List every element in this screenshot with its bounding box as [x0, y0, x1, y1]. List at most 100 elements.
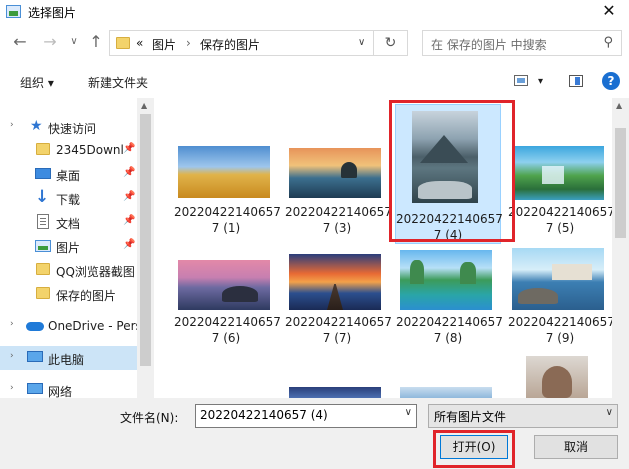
thumbnail	[400, 250, 492, 310]
pin-icon: 📌	[123, 239, 136, 250]
thumbnail	[289, 254, 381, 310]
file-item[interactable]: 20220422140657 7 (6)	[174, 248, 281, 380]
search-placeholder: 在 保存的图片 中搜索	[431, 38, 547, 52]
network-icon	[27, 383, 43, 394]
filename-label: 文件名(N):	[120, 411, 179, 425]
expand-icon[interactable]: ›	[10, 383, 14, 393]
breadcrumb-saved-pictures[interactable]: 保存的图片	[200, 36, 260, 53]
sidebar-scroll-thumb[interactable]	[140, 114, 151, 366]
file-name-line1: 20220422140657	[174, 315, 281, 329]
chevron-down-icon[interactable]: ∨	[405, 407, 412, 418]
sidebar-item-label: 下载	[56, 193, 81, 207]
cancel-button[interactable]: 取消	[534, 435, 618, 459]
annotation-highlight-selected-file	[389, 100, 515, 242]
expand-icon[interactable]: ›	[10, 351, 14, 361]
sidebar-item-network[interactable]: › 网络	[0, 378, 137, 398]
sidebar-item-label: 文档	[56, 217, 81, 231]
help-button[interactable]: ?	[602, 72, 620, 90]
file-name-line2: 7 (6)	[211, 331, 241, 345]
organize-menu[interactable]: 组织 ▾	[20, 74, 54, 91]
breadcrumb-separator: ›	[186, 36, 191, 50]
filename-value: 20220422140657 (4)	[200, 408, 328, 422]
file-name-line1: 20220422140657	[285, 315, 392, 329]
folder-icon	[36, 263, 50, 275]
file-name-line1: 20220422140657	[285, 205, 392, 219]
thumbnail	[512, 146, 604, 200]
file-name-line1: 20220422140657	[396, 315, 503, 329]
sidebar-item-pictures[interactable]: 图片 📌	[0, 234, 137, 258]
pin-icon: 📌	[123, 167, 136, 178]
sidebar-item-label: 快速访问	[48, 122, 97, 136]
download-icon: ↓	[35, 187, 50, 207]
file-name-line2: 7 (8)	[433, 331, 463, 345]
up-button[interactable]: ↑	[86, 30, 106, 54]
view-icon[interactable]	[514, 75, 528, 86]
sidebar-item-this-pc[interactable]: › 此电脑	[0, 346, 137, 370]
filename-input[interactable]: 20220422140657 (4) ∨	[195, 404, 417, 428]
title-bar: 选择图片 ✕	[0, 0, 629, 24]
close-button[interactable]: ✕	[595, 0, 623, 24]
sidebar-item-2345downloads[interactable]: 2345Downl 📌	[0, 138, 137, 162]
sidebar-item-quick-access[interactable]: › ★ 快速访问	[0, 115, 137, 139]
folder-icon	[36, 143, 50, 155]
thumbnail	[289, 148, 381, 198]
file-item[interactable]: 20220422140657 7 (5)	[508, 104, 615, 236]
new-folder-button[interactable]: 新建文件夹	[88, 74, 148, 91]
view-dropdown[interactable]: ▾	[538, 76, 543, 87]
content-scrollbar[interactable]: ▲	[612, 98, 629, 398]
sidebar-item-downloads[interactable]: ↓ 下载 📌	[0, 186, 137, 210]
file-name-line2: 7 (7)	[322, 331, 352, 345]
sidebar-item-documents[interactable]: 文档 📌	[0, 210, 137, 234]
sidebar-item-label: OneDrive - Pers	[48, 319, 142, 333]
pin-icon: 📌	[123, 215, 136, 226]
thumbnail-partial	[289, 387, 381, 398]
preview-pane-icon[interactable]	[569, 75, 583, 87]
file-name-line2: 7 (1)	[211, 221, 241, 235]
file-name-line1: 20220422140657	[508, 315, 615, 329]
file-name-line1: 20220422140657	[508, 205, 615, 219]
expand-icon[interactable]: ›	[10, 319, 14, 329]
history-dropdown[interactable]: ∨	[64, 30, 84, 54]
forward-button[interactable]: →	[40, 30, 60, 54]
file-item[interactable]: 20220422140657 7 (1)	[174, 104, 281, 236]
address-bar[interactable]: « 图片 › 保存的图片 ∨	[109, 30, 374, 56]
computer-icon	[27, 351, 43, 362]
sidebar-item-onedrive[interactable]: › OneDrive - Pers	[0, 314, 142, 338]
star-icon: ★	[30, 118, 43, 134]
file-name-line2: 7 (9)	[545, 331, 575, 345]
breadcrumb-pictures[interactable]: 图片	[152, 36, 176, 53]
file-name-line1: 20220422140657	[174, 205, 281, 219]
file-name-line2: 7 (3)	[322, 221, 352, 235]
file-item[interactable]: 20220422140657 7 (7)	[285, 248, 392, 380]
back-button[interactable]: ←	[10, 30, 30, 54]
sidebar-item-label: 2345Downl	[56, 143, 124, 157]
chevron-down-icon[interactable]: ∨	[606, 407, 613, 418]
cloud-icon	[26, 322, 44, 331]
sidebar-item-label: 网络	[48, 385, 73, 398]
sidebar-item-qq-browser-screenshots[interactable]: QQ浏览器截图	[0, 258, 137, 282]
sidebar-item-desktop[interactable]: 桌面 📌	[0, 162, 137, 186]
search-input[interactable]: 在 保存的图片 中搜索 ⚲	[422, 30, 622, 56]
thumbnail	[178, 146, 270, 198]
picture-app-icon	[6, 5, 21, 18]
annotation-highlight-open-button	[433, 430, 515, 468]
sidebar-item-label: 此电脑	[48, 353, 85, 367]
expand-icon[interactable]: ›	[10, 120, 14, 130]
thumbnail	[178, 260, 270, 310]
sidebar-item-label: 图片	[56, 241, 81, 255]
content-scroll-thumb[interactable]	[615, 128, 626, 238]
file-item[interactable]: 20220422140657 7 (8)	[396, 248, 503, 380]
sidebar-scrollbar[interactable]: ▲	[137, 98, 154, 398]
file-item[interactable]: 20220422140657 7 (3)	[285, 104, 392, 236]
filetype-value: 所有图片文件	[434, 410, 507, 424]
sidebar-item-saved-pictures[interactable]: 保存的图片	[0, 282, 137, 306]
document-icon	[37, 214, 49, 229]
breadcrumb-overflow[interactable]: «	[136, 36, 143, 50]
address-dropdown[interactable]: ∨	[358, 37, 365, 48]
thumbnail	[512, 248, 604, 310]
refresh-button[interactable]: ↻	[374, 30, 408, 56]
thumbnail-partial	[400, 387, 492, 398]
filetype-select[interactable]: 所有图片文件 ∨	[428, 404, 618, 428]
thumbnail-partial	[526, 356, 588, 398]
search-icon: ⚲	[603, 35, 613, 50]
